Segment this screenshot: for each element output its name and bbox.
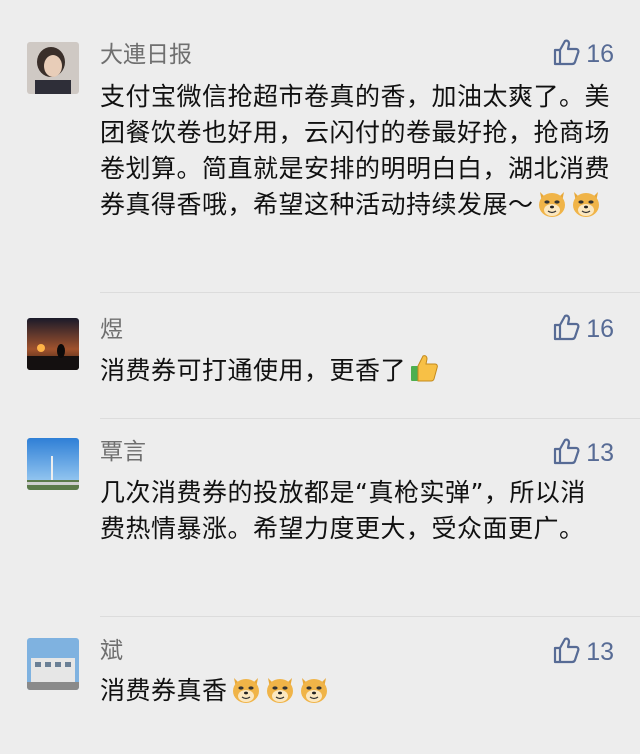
avatar[interactable]	[27, 638, 79, 690]
comment-text-content: 消费券可打通使用，更香了	[100, 356, 407, 385]
doge-emoji	[570, 188, 602, 228]
comment-author[interactable]: 煜	[100, 315, 123, 345]
like-count: 16	[586, 40, 614, 68]
comment-author[interactable]: 大連日报	[100, 40, 192, 70]
doge-emoji	[230, 674, 262, 714]
thumbs-up-icon	[552, 313, 580, 345]
divider	[100, 418, 640, 419]
divider	[100, 292, 640, 293]
avatar[interactable]	[27, 438, 79, 490]
thumbs-up-icon	[552, 636, 580, 668]
like-button[interactable]: 13	[552, 636, 614, 668]
thumbs-up-emoji	[408, 352, 440, 394]
avatar[interactable]	[27, 42, 79, 94]
avatar[interactable]	[27, 318, 79, 370]
divider	[100, 616, 640, 617]
like-button[interactable]: 13	[552, 437, 614, 469]
comment-text: 几次消费券的投放都是“真枪实弹”，所以消费热情暴涨。希望力度更大，受众面更广。	[100, 475, 610, 547]
like-button[interactable]: 16	[552, 313, 614, 345]
comment-text: 消费券真香	[100, 673, 610, 714]
like-count: 13	[586, 439, 614, 467]
comment-author[interactable]: 斌	[100, 636, 123, 666]
like-count: 16	[586, 315, 614, 343]
comment-text-content: 支付宝微信抢超市卷真的香，加油太爽了。美团餐饮卷也好用，云闪付的卷最好抢，抢商场…	[100, 82, 611, 219]
thumbs-up-icon	[552, 437, 580, 469]
thumbs-up-icon	[552, 38, 580, 70]
comment-author[interactable]: 覃言	[100, 437, 146, 467]
comment-text: 支付宝微信抢超市卷真的香，加油太爽了。美团餐饮卷也好用，云闪付的卷最好抢，抢商场…	[100, 79, 610, 228]
comment-text: 消费券可打通使用，更香了	[100, 352, 610, 394]
like-count: 13	[586, 638, 614, 666]
doge-emoji	[264, 674, 296, 714]
comment-text-content: 几次消费券的投放都是“真枪实弹”，所以消费热情暴涨。希望力度更大，受众面更广。	[100, 478, 586, 543]
doge-emoji	[536, 188, 568, 228]
doge-emoji	[298, 674, 330, 714]
like-button[interactable]: 16	[552, 38, 614, 70]
comment-text-content: 消费券真香	[100, 676, 228, 705]
